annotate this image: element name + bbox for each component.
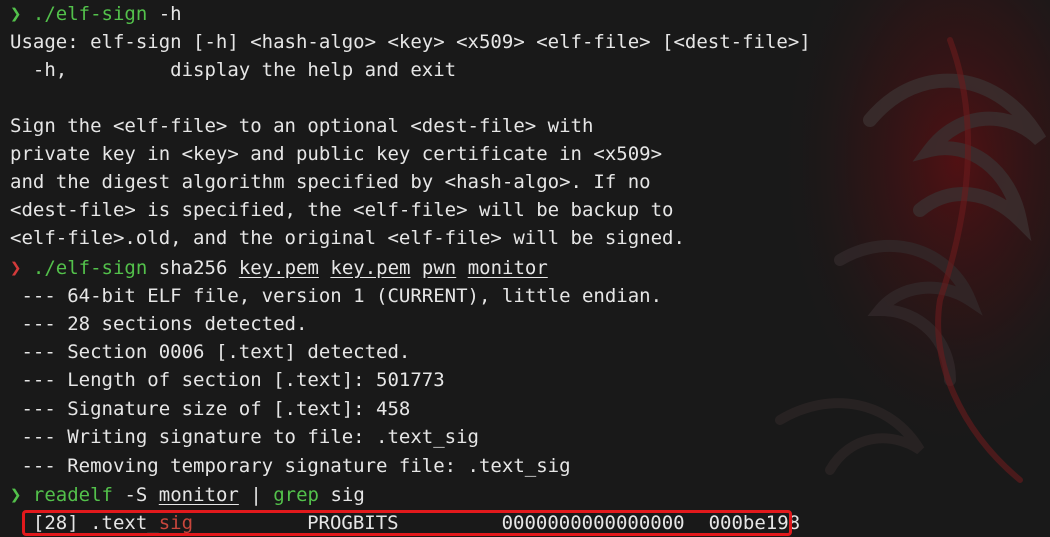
command-file-arg: monitor [467, 257, 548, 279]
output-line: private key in <key> and public key cert… [10, 143, 663, 165]
command-grep: grep [273, 484, 319, 506]
command-pattern: sig [330, 484, 365, 506]
output-line: --- Writing signature to file: .text_sig [10, 426, 479, 448]
command-args: -h [147, 3, 182, 25]
wallpaper-ornament [720, 0, 1050, 537]
output-line: --- Signature size of [.text]: 458 [10, 398, 411, 420]
annotation-highlight-box [22, 510, 792, 536]
command-file-arg: key.pem [330, 257, 411, 279]
output-line: --- Length of section [.text]: 501773 [10, 369, 445, 391]
command-line-3: ❯ readelf -S monitor | grep sig [10, 481, 365, 509]
output-line: -h, display the help and exit [10, 59, 457, 81]
prompt-success-icon: ❯ [10, 3, 22, 25]
output-line: and the digest algorithm specified by <h… [10, 171, 651, 193]
command-program: readelf [32, 484, 113, 506]
output-line: Sign the <elf-file> to an optional <dest… [10, 115, 594, 137]
output-line: --- 28 sections detected. [10, 313, 308, 335]
command-line-1: ❯ ./elf-sign -h [10, 0, 182, 28]
command-program: ./elf-sign [32, 3, 148, 25]
prompt-success-icon: ❯ [10, 484, 22, 506]
command-pipe: | [250, 484, 262, 506]
command-line-2: ❯ ./elf-sign sha256 key.pem key.pem pwn … [10, 254, 548, 282]
terminal-window[interactable]: ❯ ./elf-sign -h Usage: elf-sign [-h] <ha… [0, 0, 1050, 537]
output-line: <elf-file>.old, and the original <elf-fi… [10, 227, 685, 249]
command-file-arg: pwn [421, 257, 457, 279]
command-program: ./elf-sign [32, 257, 148, 279]
command-file-arg: key.pem [238, 257, 319, 279]
output-line: Usage: elf-sign [-h] <hash-algo> <key> <… [10, 31, 811, 53]
output-line: <dest-file> is specified, the <elf-file>… [10, 199, 674, 221]
command-file-arg: monitor [158, 484, 239, 506]
command-flag: -S [124, 484, 148, 506]
output-line: --- Removing temporary signature file: .… [10, 455, 571, 477]
command-hash-arg: sha256 [158, 257, 228, 279]
prompt-error-icon: ❯ [10, 257, 22, 279]
output-line: --- 64-bit ELF file, version 1 (CURRENT)… [10, 285, 663, 307]
output-line: --- Section 0006 [.text] detected. [10, 341, 411, 363]
